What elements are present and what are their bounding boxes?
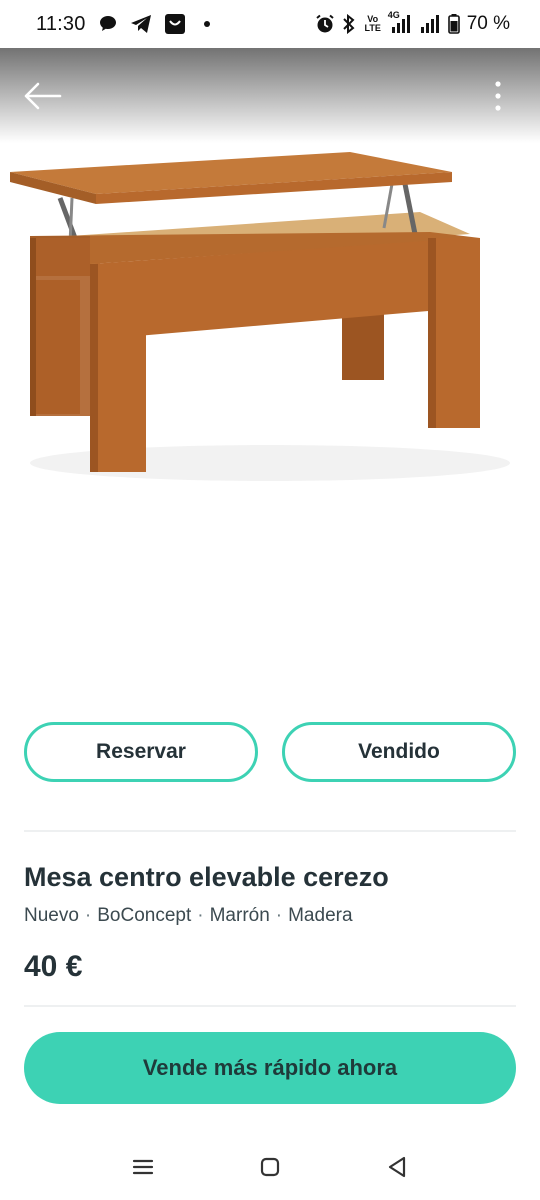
dot-icon bbox=[203, 21, 210, 27]
listing-actions: Reservar Vendido bbox=[24, 722, 516, 782]
battery-icon bbox=[447, 14, 460, 34]
attribute-color: Marrón bbox=[209, 905, 270, 926]
more-vertical-icon bbox=[495, 81, 501, 111]
back-nav-button[interactable] bbox=[367, 1142, 427, 1192]
bluetooth-icon bbox=[342, 14, 356, 34]
product-title: Mesa centro elevable cerezo bbox=[24, 862, 389, 892]
coffee-table-photo bbox=[10, 152, 510, 481]
divider bbox=[24, 830, 516, 832]
sell-faster-button[interactable]: Vende más rápido ahora bbox=[24, 1032, 516, 1104]
signal-icon bbox=[419, 14, 441, 34]
attribute-separator: · bbox=[275, 905, 283, 926]
recent-apps-icon bbox=[133, 1159, 154, 1175]
message-bubble-icon bbox=[98, 14, 118, 34]
back-button[interactable] bbox=[20, 74, 64, 118]
alarm-icon bbox=[315, 14, 335, 34]
home-button[interactable] bbox=[240, 1142, 300, 1192]
volte-icon: Vo LTE bbox=[363, 15, 383, 33]
attribute-brand: BoConcept bbox=[97, 905, 192, 926]
top-gradient bbox=[0, 48, 540, 143]
shopping-bag-icon bbox=[164, 13, 186, 35]
product-price: 40 € bbox=[24, 950, 83, 983]
battery-percent: 70 % bbox=[466, 13, 510, 34]
volte-label: Vo LTE bbox=[364, 14, 381, 33]
telegram-icon bbox=[130, 14, 152, 34]
product-image-carousel[interactable] bbox=[0, 48, 540, 708]
divider bbox=[24, 1005, 516, 1007]
status-time: 11:30 bbox=[36, 12, 86, 35]
status-bar: 11:30 Vo LTE 4G 70 % bbox=[0, 0, 540, 48]
attribute-condition: Nuevo bbox=[24, 905, 79, 926]
triangle-back-icon bbox=[388, 1156, 405, 1178]
product-attributes: Nuevo · BoConcept · Marrón · Madera bbox=[24, 905, 353, 927]
reserve-button[interactable]: Reservar bbox=[24, 722, 258, 782]
4g-signal-icon: 4G bbox=[388, 10, 412, 34]
network-label: 4G bbox=[387, 10, 400, 20]
recent-apps-button[interactable] bbox=[113, 1142, 173, 1192]
arrow-left-icon bbox=[24, 82, 62, 110]
system-navigation-bar bbox=[0, 1134, 540, 1200]
sold-button[interactable]: Vendido bbox=[282, 722, 516, 782]
more-options-button[interactable] bbox=[478, 74, 518, 118]
attribute-separator: · bbox=[84, 905, 92, 926]
attribute-separator: · bbox=[197, 905, 204, 926]
home-icon bbox=[260, 1157, 280, 1177]
attribute-material: Madera bbox=[288, 905, 353, 926]
